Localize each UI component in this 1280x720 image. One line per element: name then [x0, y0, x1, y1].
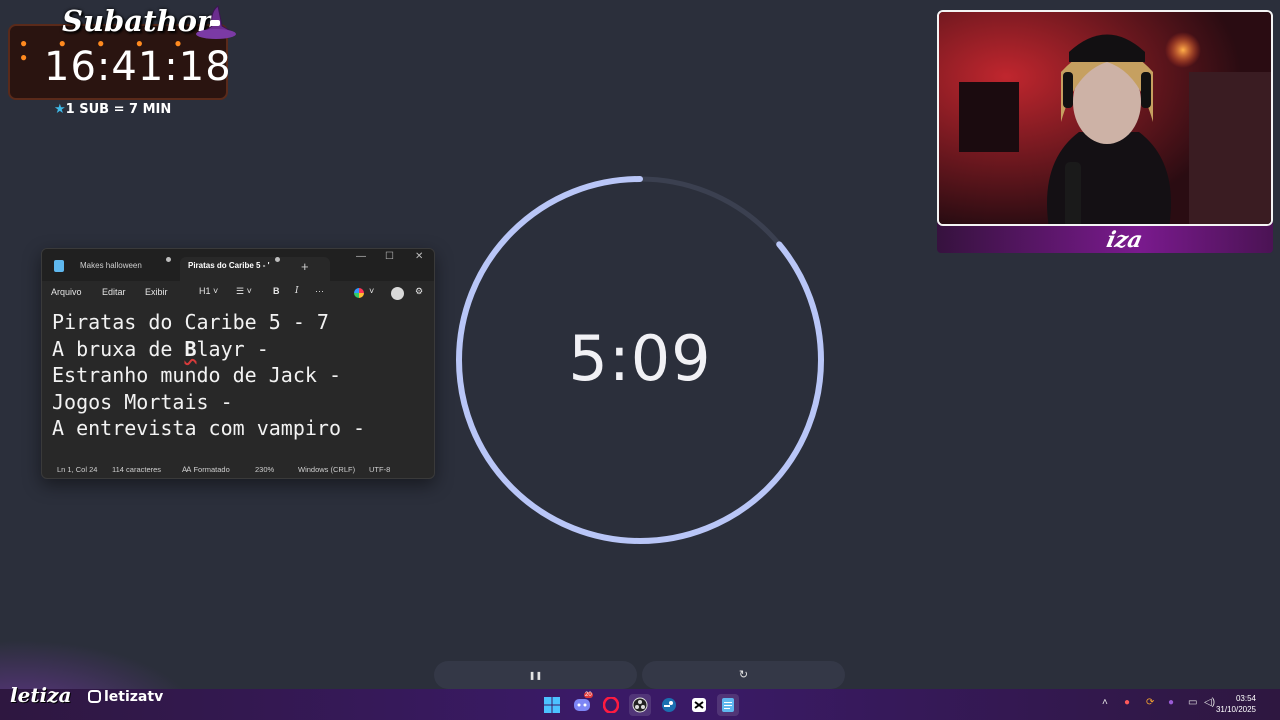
close-button[interactable]: ✕: [415, 251, 423, 262]
gear-icon[interactable]: ⚙: [415, 286, 423, 297]
zoom-level[interactable]: 230%: [255, 465, 274, 474]
char-count: 114 caracteres: [112, 465, 162, 474]
instagram-icon: [88, 690, 101, 703]
text-line: A entrevista com vampiro -: [52, 416, 366, 441]
webcam-image: [939, 12, 1271, 224]
notepad-titlebar: Makes halloween Piratas do Caribe 5 - ' …: [42, 249, 434, 281]
new-tab-button[interactable]: +: [301, 259, 309, 274]
menu-exibir[interactable]: Exibir: [145, 287, 168, 297]
pause-icon: ❚❚: [528, 671, 543, 680]
text-line: Estranho mundo de Jack -: [52, 363, 341, 388]
brand-logo: letiza: [10, 683, 72, 707]
discord-icon[interactable]: 20: [571, 692, 593, 716]
pause-button[interactable]: ❚❚: [434, 661, 637, 689]
sync-icon[interactable]: ⟳: [1146, 697, 1154, 708]
subathon-widget: ● ● ● ● ● ● 16:41:18 Subathon: [6, 2, 237, 102]
discord-badge: 20: [584, 692, 593, 698]
streamer-name: iza: [1104, 227, 1145, 253]
bold-button[interactable]: B: [273, 286, 280, 296]
notepad-content[interactable]: Piratas do Caribe 5 - 7A bruxa de Blayr …: [52, 309, 365, 442]
unsaved-dot-icon: [166, 257, 171, 262]
webcam-nameplate: iza: [937, 222, 1273, 253]
cursor-position: Ln 1, Col 24: [57, 465, 98, 474]
reset-button[interactable]: ↻: [642, 661, 845, 689]
system-clock[interactable]: 03:54 31/10/2025: [1216, 693, 1256, 715]
text-line: Jogos Mortais -: [52, 389, 233, 414]
chevron-down-icon[interactable]: ˅: [369, 286, 374, 296]
obs-icon[interactable]: [629, 694, 651, 716]
notepad-icon: [54, 260, 64, 272]
social-handle: letizatv: [88, 689, 163, 705]
heading-dropdown[interactable]: H1 ˅: [199, 286, 218, 296]
menu-arquivo[interactable]: Arquivo: [51, 287, 82, 297]
timer-display: 5:09: [568, 322, 712, 395]
list-dropdown[interactable]: ☰ ˅: [236, 286, 252, 297]
menu-editar[interactable]: Editar: [102, 287, 126, 297]
unsaved-dot-icon: [275, 257, 280, 262]
italic-button[interactable]: I: [295, 286, 299, 296]
subathon-timer: 16:41:18: [44, 44, 232, 90]
notepad-taskbar-icon[interactable]: [717, 694, 739, 716]
maximize-button[interactable]: ☐: [385, 251, 394, 262]
minimize-button[interactable]: —: [356, 251, 366, 262]
text-line: Piratas do Caribe 5 - 7: [52, 310, 329, 334]
clock-date: 31/10/2025: [1215, 705, 1256, 714]
format-indicator[interactable]: Ꜳ Formatado: [182, 465, 230, 474]
notepad-menubar: Arquivo Editar Exibir H1 ˅ ☰ ˅ B I ··· ˅…: [42, 281, 434, 305]
notepad-window: Makes halloween Piratas do Caribe 5 - ' …: [41, 248, 435, 479]
chevron-up-icon[interactable]: ˄: [1102, 697, 1108, 708]
witch-hat-icon: [196, 5, 237, 39]
mic-icon[interactable]: ●: [1168, 697, 1174, 708]
star-icon: ★: [54, 102, 66, 117]
subathon-rate: ★1 SUB = 7 MIN: [54, 102, 172, 117]
capcut-icon[interactable]: [688, 694, 710, 716]
volume-icon[interactable]: ◁): [1204, 697, 1215, 708]
encoding[interactable]: UTF-8: [369, 465, 390, 474]
clock-time: 03:54: [1235, 694, 1256, 703]
line-ending[interactable]: Windows (CRLF): [298, 465, 355, 474]
opera-icon[interactable]: [600, 694, 622, 716]
start-icon[interactable]: [541, 694, 563, 716]
notepad-statusbar: Ln 1, Col 24 114 caracteres Ꜳ Formatado …: [42, 460, 434, 478]
windows-taskbar: 20 ˄ ● ⟳ ● ▭ ◁) 03:54 31/10/2025: [0, 689, 1280, 720]
account-avatar[interactable]: [391, 287, 404, 300]
more-button[interactable]: ···: [315, 286, 324, 296]
reset-icon: ↻: [738, 669, 749, 681]
text-line: A bruxa de Blayr -: [52, 336, 269, 361]
record-icon[interactable]: ●: [1124, 697, 1130, 708]
webcam-feed: [937, 10, 1273, 226]
copilot-icon[interactable]: [354, 288, 364, 298]
webcam-overlay: iza: [937, 10, 1273, 253]
steam-icon[interactable]: [658, 694, 680, 716]
network-icon[interactable]: ▭: [1188, 697, 1197, 708]
